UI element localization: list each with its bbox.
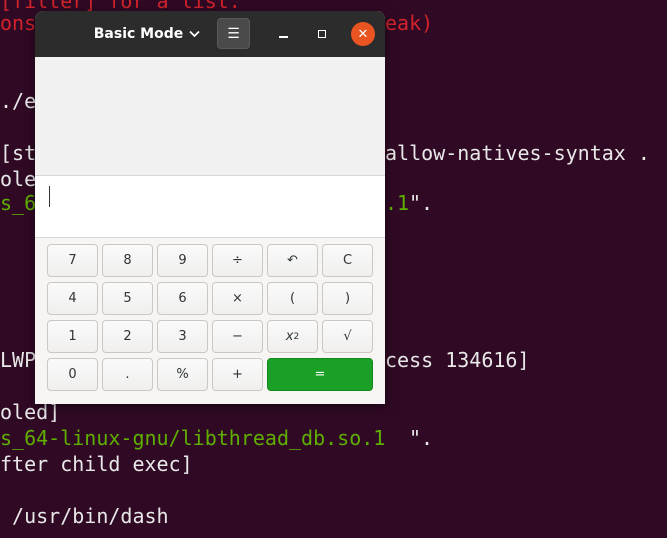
digit-0-button[interactable]: 0 (47, 358, 98, 391)
digit-7-button[interactable]: 7 (47, 244, 98, 277)
close-icon: ✕ (357, 26, 369, 42)
title-bar: Basic Mode ☰ ✕ (35, 11, 385, 57)
undo-button[interactable]: ↶ (267, 244, 318, 277)
terminal-line: ons (0, 11, 37, 35)
digit-5-button[interactable]: 5 (102, 282, 153, 315)
terminal-line: ". (409, 191, 434, 215)
close-button[interactable]: ✕ (351, 22, 375, 46)
digit-9-button[interactable]: 9 (157, 244, 208, 277)
close-paren-button[interactable]: ) (322, 282, 373, 315)
power-base-label: x (285, 329, 294, 344)
terminal-line: .1 (385, 191, 410, 215)
percent-button[interactable]: % (157, 358, 208, 391)
text-cursor (49, 186, 50, 207)
chevron-down-icon (189, 30, 200, 38)
digit-8-button[interactable]: 8 (102, 244, 153, 277)
maximize-icon (318, 30, 326, 38)
hamburger-menu-button[interactable]: ☰ (217, 18, 250, 49)
keypad: 7 8 9 ÷ ↶ C 4 5 6 × ( ) 1 2 3 − x2 √ 0 .… (35, 238, 385, 404)
terminal-line: LWP (0, 348, 37, 372)
digit-3-button[interactable]: 3 (157, 320, 208, 353)
add-button[interactable]: + (212, 358, 263, 391)
digit-1-button[interactable]: 1 (47, 320, 98, 353)
open-paren-button[interactable]: ( (267, 282, 318, 315)
terminal-line: s_64-linux-gnu/libthread_db.so.1 (0, 426, 386, 450)
hamburger-icon: ☰ (227, 25, 240, 42)
maximize-button[interactable] (310, 22, 334, 46)
mode-label: Basic Mode (93, 26, 184, 42)
equals-button[interactable]: = (267, 358, 373, 391)
terminal-line: fter child exec] (0, 452, 193, 476)
terminal-line: allow-natives-syntax . (385, 141, 650, 165)
calculator-window: Basic Mode ☰ ✕ 7 8 9 ÷ ↶ C 4 5 6 × () 1… (35, 11, 385, 404)
digit-4-button[interactable]: 4 (47, 282, 98, 315)
minimize-button[interactable] (271, 22, 295, 46)
mode-selector-button[interactable]: Basic Mode (91, 21, 203, 47)
terminal-line: cess 134616] (385, 348, 530, 372)
sqrt-button[interactable]: √ (322, 320, 373, 353)
equation-entry[interactable] (35, 176, 385, 238)
digit-6-button[interactable]: 6 (157, 282, 208, 315)
subtract-button[interactable]: − (212, 320, 263, 353)
clear-button[interactable]: C (322, 244, 373, 277)
history-panel (35, 57, 385, 176)
power-button[interactable]: x2 (267, 320, 318, 353)
terminal-line: ". (409, 426, 434, 450)
digit-2-button[interactable]: 2 (102, 320, 153, 353)
minimize-icon (278, 36, 288, 38)
decimal-point-button[interactable]: . (102, 358, 153, 391)
multiply-button[interactable]: × (212, 282, 263, 315)
terminal-line: eak) (385, 11, 434, 35)
terminal-line: ./e (0, 89, 37, 113)
power-exponent-label: 2 (293, 331, 300, 342)
terminal-line: /usr/bin/dash (0, 504, 169, 528)
divide-button[interactable]: ÷ (212, 244, 263, 277)
